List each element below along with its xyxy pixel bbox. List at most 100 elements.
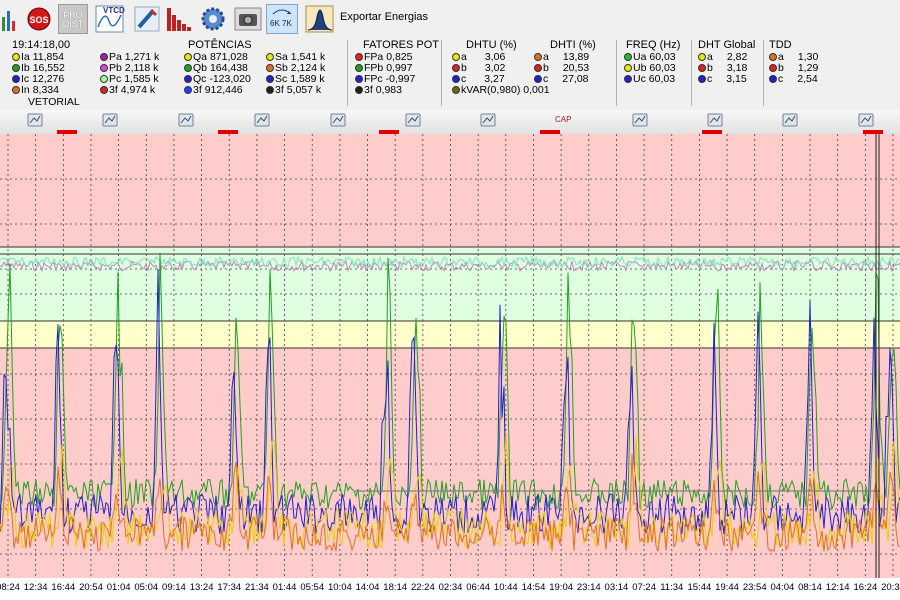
value-kvar: 0,001 [523, 84, 550, 96]
divider [441, 40, 442, 106]
x-tick-label: 05:54 [300, 582, 325, 593]
x-tick-label: 18:14 [383, 582, 408, 593]
vectorial-button[interactable]: VETORIAL [28, 97, 80, 108]
value-fp3f: 0,983 [375, 84, 402, 96]
x-tick-label: 03:14 [604, 582, 629, 593]
divider [691, 40, 692, 106]
dot-sb [266, 64, 274, 72]
dot-tdd-c [769, 75, 777, 83]
undo-icon[interactable] [27, 113, 43, 127]
label-in: In [21, 84, 30, 96]
freq-uc: Uc 60,03 [624, 74, 675, 85]
power-q3f: 3f 912,446 [184, 85, 243, 96]
x-tick-label: 09:14 [162, 582, 186, 593]
x-tick-label: 20:34 [881, 582, 900, 593]
print-icon[interactable] [632, 113, 648, 127]
sample-rate-label: 6K 7K [270, 19, 292, 28]
sos-label: SOS [29, 15, 48, 25]
dot-pc [100, 75, 108, 83]
readings-panel: 19:14:18,00 Ia 11,854 Ib 16,552 Ic 12,27… [0, 38, 900, 111]
powers-title: POTÊNCIAS [188, 39, 252, 51]
dot-qa [184, 53, 192, 61]
vtcd-button[interactable]: VTCD [94, 4, 125, 34]
time-axis: 08:2412:3416:4420:5401:0405:0409:1413:24… [0, 578, 900, 600]
harmonics-bar-icon[interactable] [164, 4, 192, 34]
trend-chart-svg [0, 134, 900, 578]
band-lower [0, 348, 900, 578]
power-p3f: 3f 4,974 k [100, 85, 155, 96]
x-tick-label: 01:04 [106, 582, 131, 593]
x-tick-label: 04:04 [770, 582, 795, 593]
current-in: In 8,334 [12, 85, 59, 96]
x-tick-label: 20:54 [79, 582, 103, 593]
x-tick-label: 02:34 [438, 582, 463, 593]
label-p3f: 3f [109, 84, 118, 96]
cap-icon[interactable]: CAP [555, 113, 571, 127]
x-tick-label: 22:24 [410, 582, 435, 593]
label-dhti-c: c [543, 73, 549, 85]
x-tick-label: 08:14 [798, 582, 822, 593]
camera-icon[interactable] [232, 4, 262, 34]
dot-dhtu-c [452, 75, 460, 83]
dot-dhti-c [534, 75, 542, 83]
kvar-reading: kVAR(0,980) 0,001 [452, 85, 550, 96]
dht-global-title: DHT Global [698, 39, 756, 51]
dot-fpc [355, 75, 363, 83]
dot-s3f [266, 86, 274, 94]
sos-icon[interactable]: SOS [24, 4, 52, 34]
value-dhtg-c: 3,15 [726, 73, 747, 85]
dot-sc [266, 75, 274, 83]
x-tick-label: 10:04 [327, 582, 352, 593]
divider [616, 40, 617, 106]
dot-dhti-b [534, 64, 542, 72]
prodist-button[interactable]: PRO DIST [58, 4, 88, 34]
tool-strip: CAP [0, 110, 900, 135]
bars-icon[interactable] [858, 113, 874, 127]
cap-label: CAP [555, 115, 572, 124]
dot-fp3f [355, 86, 363, 94]
power-s3f: 3f 5,057 k [266, 85, 321, 96]
printer-alt-icon[interactable] [782, 113, 798, 127]
label-fp3f: 3f [364, 84, 373, 96]
x-tick-label: 05:04 [134, 582, 159, 593]
band-warning [0, 321, 900, 348]
gear-icon[interactable] [198, 4, 226, 34]
refresh-icon[interactable] [102, 113, 118, 127]
band-normal [0, 247, 900, 321]
sample-rate-button[interactable]: 6K 7K [266, 4, 298, 34]
band-upper [0, 134, 900, 247]
x-tick-label: 12:34 [23, 582, 48, 593]
waveform-icon[interactable] [405, 113, 421, 127]
export-energies-button[interactable]: Exportar Energias [340, 11, 428, 23]
x-tick-label: 14:04 [355, 582, 380, 593]
dot-ib [12, 64, 20, 72]
printer-icon[interactable] [707, 113, 723, 127]
prodist-label: PRO DIST [62, 10, 84, 29]
x-tick-label: 07:24 [632, 582, 656, 593]
dot-p3f [100, 86, 108, 94]
x-tick-label: 10:44 [493, 582, 518, 593]
grid-icon[interactable] [330, 113, 346, 127]
bar-chart-icon[interactable] [0, 4, 16, 34]
dot-tdd-a [769, 53, 777, 61]
graph-icon[interactable] [178, 113, 194, 127]
label-tdd-c: c [778, 73, 784, 85]
probe-icon[interactable] [132, 4, 160, 34]
dhti-c: c 27,08 [534, 74, 589, 85]
copy-icon[interactable] [254, 113, 270, 127]
dot-qb [184, 64, 192, 72]
x-tick-label: 17:34 [217, 582, 242, 593]
dot-in [12, 86, 20, 94]
label-uc: Uc [633, 73, 646, 85]
trend-chart[interactable] [0, 134, 900, 578]
value-p3f: 4,974 k [120, 84, 156, 96]
spectrum-icon[interactable] [304, 4, 334, 34]
dot-dhtg-c [698, 75, 706, 83]
x-tick-label: 19:44 [715, 582, 739, 593]
dhtg-c: c 3,15 [698, 74, 747, 85]
divider [347, 40, 348, 106]
freq-title: FREQ (Hz) [626, 39, 681, 51]
dot-tdd-b [769, 64, 777, 72]
x-tick-label: 13:24 [189, 582, 214, 593]
page-icon[interactable] [480, 113, 496, 127]
